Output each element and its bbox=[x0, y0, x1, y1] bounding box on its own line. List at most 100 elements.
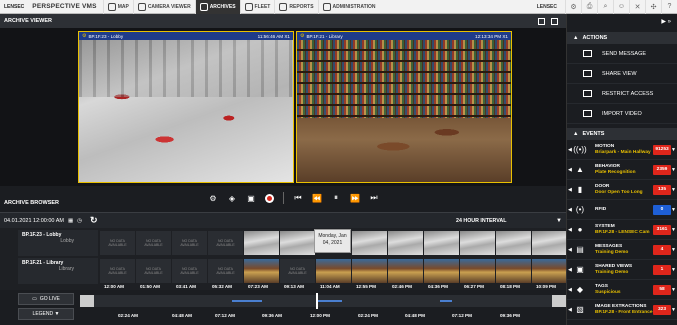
chevron-down-icon[interactable]: ▼ bbox=[671, 247, 676, 253]
export-icon[interactable]: ⚙ bbox=[208, 193, 218, 203]
fast-forward-button[interactable]: ⏩ bbox=[350, 193, 360, 203]
chevron-down-icon[interactable]: ▼ bbox=[556, 218, 562, 224]
recording-marker bbox=[440, 300, 452, 302]
event-behavior[interactable]: ◀ ▲ BEHAVIOR Plate Recognition 2359 ▼ bbox=[567, 160, 677, 180]
chevron-down-icon[interactable]: ▼ bbox=[671, 227, 676, 233]
gear-icon[interactable]: ⚙ bbox=[300, 33, 304, 39]
timeline-thumb[interactable] bbox=[388, 231, 423, 255]
timeline-thumb[interactable]: NO DATA AVAILABLE bbox=[208, 231, 243, 255]
timeline-thumb[interactable] bbox=[316, 259, 351, 283]
timeline-thumb[interactable] bbox=[244, 231, 279, 255]
timeline-thumb[interactable]: NO DATA AVAILABLE bbox=[208, 259, 243, 283]
timeline-thumb[interactable] bbox=[352, 259, 387, 283]
timeline-thumb[interactable] bbox=[388, 259, 423, 283]
actions-header[interactable]: ▲ ACTIONS bbox=[567, 32, 677, 44]
chevron-up-icon: ▲ bbox=[573, 131, 579, 137]
gear-icon[interactable]: ⚙ bbox=[82, 33, 86, 39]
timeline-thumb[interactable] bbox=[424, 259, 459, 283]
scrubber-left-handle[interactable] bbox=[80, 295, 94, 307]
timeline-thumb[interactable] bbox=[244, 259, 279, 283]
timeline-row-label-library[interactable]: BP.1F.21 - Library Library bbox=[18, 258, 98, 284]
gear-icon[interactable]: ⚙ bbox=[565, 0, 581, 14]
video-grid: ⚙ BP.1F.23 - Lobby 11:56:46 AM X1 ⚙ BP.1… bbox=[0, 28, 566, 186]
skip-start-button[interactable]: ⏮ bbox=[293, 193, 303, 203]
event-door[interactable]: ◀ ▮ DOOR Door Open Too Long 135 ▼ bbox=[567, 180, 677, 200]
user-name[interactable]: LENSEC bbox=[529, 4, 565, 10]
snapshot-icon[interactable]: ▣ bbox=[246, 193, 256, 203]
nav-archives[interactable]: ARCHIVES bbox=[194, 0, 240, 14]
camera-tile-lobby[interactable]: ⚙ BP.1F.23 - Lobby 11:56:46 AM X1 bbox=[78, 31, 294, 183]
event-messages[interactable]: ◀ ▤ MESSAGES Training Demo 4 ▼ bbox=[567, 240, 677, 260]
fullscreen-icon[interactable] bbox=[551, 17, 558, 25]
camera-tile-library[interactable]: ⚙ BP.1F.21 - Library 12:13:34 PM X1 bbox=[296, 31, 512, 183]
nav-camera-viewer[interactable]: CAMERA VIEWER bbox=[132, 0, 195, 14]
timeline-thumb[interactable]: NO DATA AVAILABLE bbox=[136, 231, 171, 255]
event-system[interactable]: ◀ ● SYSTEM BP.1F.28 - LENSEC Cam 3161 ▼ bbox=[567, 220, 677, 240]
timeline-scrubber[interactable] bbox=[80, 293, 566, 309]
timeline-thumb[interactable] bbox=[424, 231, 459, 255]
tag-icon: ◆ bbox=[576, 285, 584, 294]
scrubber-right-handle[interactable] bbox=[552, 295, 566, 307]
event-tags[interactable]: ◀ ◆ TAGS Suspicious 58 ▼ bbox=[567, 280, 677, 300]
panel-collapse-icon[interactable]: ▶ » bbox=[567, 14, 677, 28]
tools-icon[interactable]: ✣ bbox=[645, 0, 661, 14]
calendar-icon[interactable]: ▦ bbox=[68, 218, 73, 224]
help-icon[interactable]: ? bbox=[661, 0, 677, 14]
chevron-down-icon[interactable]: ▼ bbox=[671, 307, 676, 313]
timeline-thumb[interactable] bbox=[496, 259, 531, 283]
chevron-down-icon[interactable]: ▼ bbox=[671, 167, 676, 173]
record-button[interactable] bbox=[265, 193, 274, 203]
timeline-thumb[interactable]: NO DATA AVAILABLE bbox=[100, 259, 135, 283]
timeline-thumb[interactable]: NO DATA AVAILABLE bbox=[172, 231, 207, 255]
timeline-thumb[interactable]: NO DATA AVAILABLE bbox=[100, 231, 135, 255]
chevron-left-icon: ◀ bbox=[568, 226, 572, 233]
legend-button[interactable]: LEGEND ▼ bbox=[18, 308, 74, 320]
timeline-thumb[interactable] bbox=[532, 259, 567, 283]
interval-select[interactable]: 24 HOUR INTERVAL bbox=[456, 218, 506, 224]
search-icon[interactable]: ⌕ bbox=[597, 0, 613, 14]
tag-icon[interactable]: ◈ bbox=[227, 193, 237, 203]
timeline-row-label-lobby[interactable]: BP.1F.23 - Lobby Lobby bbox=[18, 230, 98, 256]
event-shared-views[interactable]: ◀ ▣ SHARED VIEWS Training Demo 1 ▼ bbox=[567, 260, 677, 280]
go-live-button[interactable]: ▭ GO LIVE bbox=[18, 293, 74, 305]
timeline-thumb[interactable]: NO DATA AVAILABLE bbox=[280, 259, 315, 283]
date-display[interactable]: 04.01.2021 12:00:00 AM bbox=[4, 218, 64, 224]
events-header[interactable]: ▲ EVENTS bbox=[567, 128, 677, 140]
send-message-action[interactable]: SEND MESSAGE bbox=[567, 44, 677, 64]
nav-administration[interactable]: ADMINISTRATION bbox=[317, 0, 380, 14]
refresh-icon[interactable]: ↻ bbox=[90, 215, 98, 226]
timeline-thumb[interactable] bbox=[532, 231, 567, 255]
timeline-thumb[interactable]: NO DATA AVAILABLE bbox=[136, 259, 171, 283]
chevron-down-icon[interactable]: ▼ bbox=[671, 287, 676, 293]
rewind-button[interactable]: ⏪ bbox=[312, 193, 322, 203]
event-image-extractions[interactable]: ◀ ▧ IMAGE EXTRACTIONS BP.1F.28 - Front Entr… bbox=[567, 300, 677, 320]
nav-map[interactable]: MAP bbox=[102, 0, 133, 14]
import-video-action[interactable]: IMPORT VIDEO bbox=[567, 104, 677, 124]
timeline-thumb[interactable] bbox=[496, 231, 531, 255]
chevron-down-icon[interactable]: ▼ bbox=[671, 267, 676, 273]
chevron-down-icon[interactable]: ▼ bbox=[671, 147, 676, 153]
playhead[interactable] bbox=[316, 293, 318, 309]
chevron-down-icon[interactable]: ▼ bbox=[671, 187, 676, 193]
event-rfid[interactable]: ◀ (•) RFID 0 ▼ bbox=[567, 200, 677, 220]
print-icon[interactable]: ⎙ bbox=[581, 0, 597, 14]
timeline-thumb[interactable] bbox=[352, 231, 387, 255]
clock-icon[interactable]: ◷ bbox=[77, 218, 82, 224]
layout-icon[interactable] bbox=[538, 17, 545, 25]
row-camera-sub: Library bbox=[58, 266, 74, 272]
timeline-thumb[interactable] bbox=[280, 231, 315, 255]
share-view-action[interactable]: SHARE VIEW bbox=[567, 64, 677, 84]
timeline-thumb[interactable] bbox=[460, 259, 495, 283]
timeline-thumb[interactable]: NO DATA AVAILABLE bbox=[172, 259, 207, 283]
chevron-down-icon[interactable]: ▼ bbox=[671, 207, 676, 213]
close-icon[interactable]: ✕ bbox=[629, 0, 645, 14]
app-name: PERSPECTIVE VMS bbox=[32, 3, 97, 10]
pause-button[interactable]: ⏸ bbox=[331, 193, 341, 203]
nav-fleet[interactable]: FLEET bbox=[239, 0, 275, 14]
restrict-access-action[interactable]: RESTRICT ACCESS bbox=[567, 84, 677, 104]
person-icon[interactable]: ☺ bbox=[613, 0, 629, 14]
skip-end-button[interactable]: ⏭ bbox=[369, 193, 379, 203]
nav-reports[interactable]: REPORTS bbox=[274, 0, 317, 14]
timeline-thumb[interactable] bbox=[460, 231, 495, 255]
event-motion[interactable]: ◀ ((•)) MOTION Briarpark - Main Hallway 9125… bbox=[567, 140, 677, 160]
